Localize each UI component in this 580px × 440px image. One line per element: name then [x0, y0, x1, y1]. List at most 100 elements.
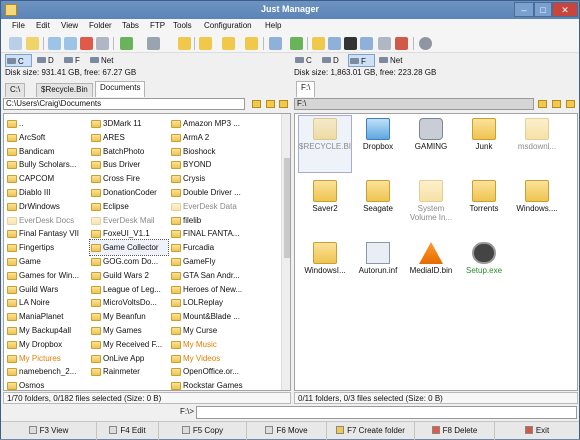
history-folder-icon[interactable]: [552, 100, 561, 108]
menu-view[interactable]: View: [61, 21, 78, 30]
list-item[interactable]: League of Leg...: [90, 282, 168, 297]
parent-folder-icon[interactable]: [178, 37, 191, 50]
maximize-button[interactable]: □: [534, 2, 552, 17]
delete-icon[interactable]: [80, 37, 93, 50]
icon-item[interactable]: Seagate: [352, 178, 404, 234]
list-item[interactable]: Bully Scholars...: [6, 157, 88, 172]
list-item[interactable]: MicroVoltsDo...: [90, 295, 168, 310]
left-drive-d[interactable]: D: [36, 54, 60, 67]
menu-ftp[interactable]: FTP: [150, 21, 165, 30]
list-item[interactable]: Fingertips: [6, 240, 88, 255]
list-item[interactable]: Game: [6, 254, 88, 269]
list-item[interactable]: Guild Wars: [6, 282, 88, 297]
list-item[interactable]: ArcSoft: [6, 130, 88, 145]
menu-tabs[interactable]: Tabs: [122, 21, 139, 30]
search-icon[interactable]: [328, 37, 341, 50]
list-item[interactable]: OnLive App: [90, 351, 168, 366]
list-item[interactable]: My Pictures: [6, 351, 88, 366]
icon-item[interactable]: Saver2: [299, 178, 351, 234]
list-item[interactable]: FINAL FANTA...: [170, 226, 280, 241]
icon-item[interactable]: Dropbox: [352, 116, 404, 172]
gear-icon[interactable]: [419, 37, 432, 50]
icon-item[interactable]: Windows....: [511, 178, 563, 234]
tab-f-root[interactable]: F:\: [296, 81, 316, 97]
icon-item[interactable]: Junk: [458, 116, 510, 172]
list-item[interactable]: namebench_2...: [6, 364, 88, 379]
list-item[interactable]: Bandicam: [6, 144, 88, 159]
f5-copy-button[interactable]: F5 Copy: [159, 422, 247, 440]
list-item[interactable]: Osmos: [6, 378, 88, 390]
list-item[interactable]: Final Fantasy VII: [6, 226, 88, 241]
menu-edit[interactable]: Edit: [36, 21, 50, 30]
folder-options-icon[interactable]: [222, 37, 235, 50]
forward-icon[interactable]: [147, 37, 160, 50]
list-item[interactable]: Cross Fire: [90, 171, 168, 186]
list-item[interactable]: ..: [6, 116, 88, 131]
new-folder-icon[interactable]: [199, 37, 212, 50]
list-item[interactable]: ArmA 2: [170, 130, 280, 145]
icon-item[interactable]: WindowsI...: [299, 240, 351, 296]
left-path-field[interactable]: C:\Users\Craig\Documents: [3, 98, 245, 110]
list-item[interactable]: LA Noire: [6, 295, 88, 310]
f4-edit-button[interactable]: F4 Edit: [97, 422, 159, 440]
list-item[interactable]: BYOND: [170, 157, 280, 172]
list-item[interactable]: DonationCoder: [90, 185, 168, 200]
list-item[interactable]: 3DMark 11: [90, 116, 168, 131]
list-item[interactable]: Heroes of New...: [170, 282, 280, 297]
f6-move-button[interactable]: F6 Move: [247, 422, 327, 440]
list-item[interactable]: My Curse: [170, 323, 280, 338]
tab-documents[interactable]: Documents: [95, 81, 146, 97]
left-drive-f[interactable]: F: [63, 54, 87, 67]
f3-view-button[interactable]: F3 View: [1, 422, 97, 440]
list-item[interactable]: My Games: [90, 323, 168, 338]
list-item[interactable]: BatchPhoto: [90, 144, 168, 159]
list-item[interactable]: My Music: [170, 337, 280, 352]
list-item[interactable]: Diablo III: [6, 185, 88, 200]
right-drive-f[interactable]: F: [348, 54, 375, 67]
command-input[interactable]: [196, 406, 577, 419]
menu-configuration[interactable]: Configuration: [204, 21, 252, 30]
list-item[interactable]: Amazon MP3 ...: [170, 116, 280, 131]
disconnect-icon[interactable]: [395, 37, 408, 50]
list-item[interactable]: ARES: [90, 130, 168, 145]
icon-item[interactable]: msdownl...: [511, 116, 563, 172]
folder-sync-icon[interactable]: [245, 37, 258, 50]
right-path-field[interactable]: F:\: [294, 98, 534, 110]
list-item[interactable]: OpenOffice.or...: [170, 364, 280, 379]
favorites-folder-icon[interactable]: [252, 100, 261, 108]
copy-icon[interactable]: [48, 37, 61, 50]
icon-item[interactable]: Setup.exe: [458, 240, 510, 296]
minimize-button[interactable]: –: [514, 2, 534, 17]
list-item[interactable]: EverDesk Docs: [6, 213, 88, 228]
parent-folder-icon[interactable]: [566, 100, 575, 108]
icon-item[interactable]: Autorun.inf: [352, 240, 404, 296]
list-item[interactable]: Games for Win...: [6, 268, 88, 283]
icon-item[interactable]: $RECYCLE.BIN: [298, 115, 352, 173]
list-item[interactable]: My Dropbox: [6, 337, 88, 352]
list-item[interactable]: GameFly: [170, 254, 280, 269]
f7-create-folder-button[interactable]: F7 Create folder: [327, 422, 415, 440]
list-item[interactable]: Mount&Blade ...: [170, 309, 280, 324]
left-file-list[interactable]: .. ArcSoft Bandicam Bully Scholars... CAPCOM…: [3, 113, 291, 391]
list-item[interactable]: My Received F...: [90, 337, 168, 352]
refresh-icon[interactable]: [9, 37, 22, 50]
right-drive-d[interactable]: D: [321, 54, 345, 67]
list-item[interactable]: CAPCOM: [6, 171, 88, 186]
parent-folder-icon[interactable]: [279, 100, 288, 108]
list-item[interactable]: My Videos: [170, 351, 280, 366]
menu-file[interactable]: File: [12, 21, 25, 30]
history-folder-icon[interactable]: [266, 100, 275, 108]
menu-tools[interactable]: Tools: [173, 21, 192, 30]
list-item[interactable]: Bioshock: [170, 144, 280, 159]
compare-icon[interactable]: [360, 37, 373, 50]
list-item[interactable]: Eclipse: [90, 199, 168, 214]
view-mode-icon[interactable]: [269, 37, 282, 50]
list-item[interactable]: EverDesk Data: [170, 199, 280, 214]
right-icon-view[interactable]: $RECYCLE.BIN Dropbox GAMING Junk msdownl... S…: [294, 113, 578, 391]
list-item[interactable]: Crysis: [170, 171, 280, 186]
icon-item[interactable]: System Volume In...: [405, 178, 457, 234]
properties-icon[interactable]: [96, 37, 109, 50]
list-item[interactable]: Furcadia: [170, 240, 280, 255]
menu-folder[interactable]: Folder: [89, 21, 112, 30]
move-icon[interactable]: [64, 37, 77, 50]
